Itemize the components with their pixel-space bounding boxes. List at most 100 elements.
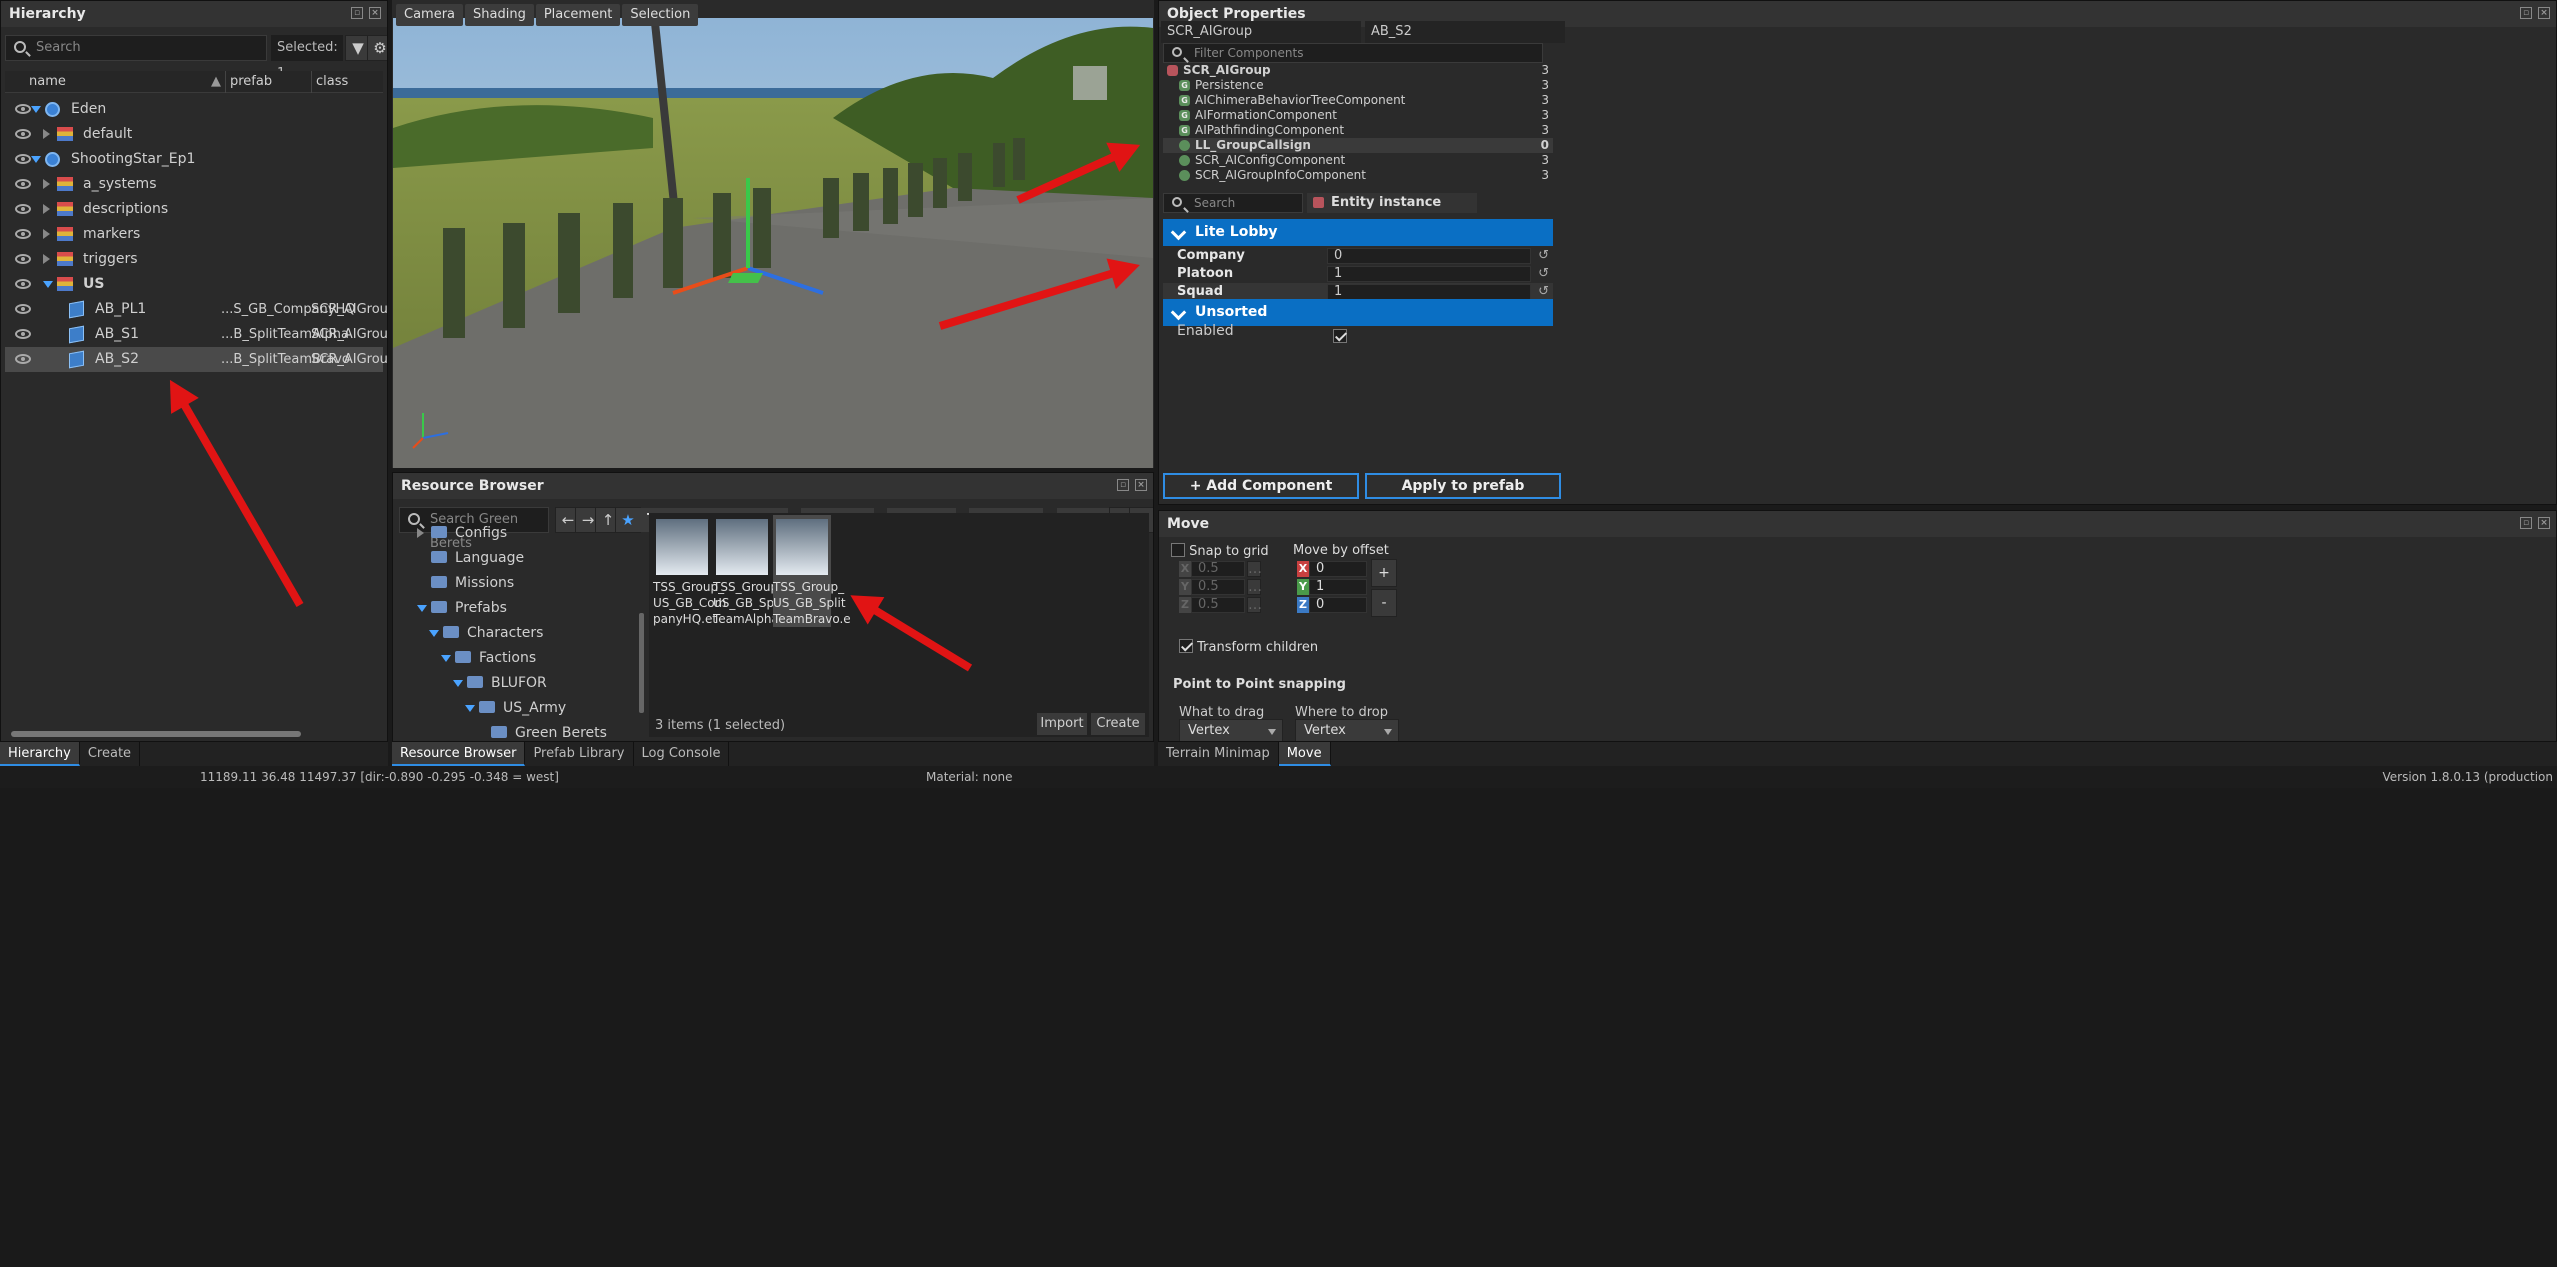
visibility-eye-icon[interactable] xyxy=(15,229,31,239)
hierarchy-row[interactable]: default xyxy=(5,122,383,147)
create-button[interactable]: Create xyxy=(1091,713,1145,735)
close-icon[interactable]: × xyxy=(2538,517,2550,529)
property-value-field[interactable]: 1 xyxy=(1327,266,1531,282)
transform-children[interactable]: Transform children xyxy=(1179,639,1318,655)
collapse-icon[interactable] xyxy=(453,680,463,687)
file-thumbnail[interactable]: TSS_Group_ US_GB_Split TeamBravo.e xyxy=(773,515,851,627)
hierarchy-row[interactable]: AB_S2 ...B_SplitTeamBravo SCR_AIGroup xyxy=(5,347,387,372)
visibility-eye-icon[interactable] xyxy=(15,204,31,214)
hierarchy-row[interactable]: Eden xyxy=(5,97,383,122)
category-lite-lobby[interactable]: Lite Lobby xyxy=(1163,219,1553,246)
component-row[interactable]: LL_GroupCallsign 0 xyxy=(1163,138,1553,153)
folder-tree-item[interactable]: Prefabs xyxy=(397,596,633,621)
folder-tree-item[interactable]: Green Berets xyxy=(397,721,633,741)
component-row[interactable]: G AIChimeraBehaviorTreeComponent 3 xyxy=(1163,93,1553,108)
visibility-eye-icon[interactable] xyxy=(15,329,31,339)
hierarchy-row[interactable]: descriptions xyxy=(5,197,383,222)
expand-icon[interactable] xyxy=(43,204,50,214)
collapse-icon[interactable] xyxy=(417,605,427,612)
expand-icon[interactable] xyxy=(43,179,50,189)
gear-icon[interactable]: ⚙ xyxy=(367,35,387,61)
snap-options-button[interactable]: … xyxy=(1247,579,1262,595)
hierarchy-row[interactable]: AB_S1 ...B_SplitTeamAlpha SCR_AIGroup xyxy=(5,322,387,347)
add-component-button[interactable]: + Add Component xyxy=(1163,473,1359,499)
property-value-field[interactable]: 1 xyxy=(1327,284,1531,300)
close-icon[interactable]: × xyxy=(1135,479,1147,491)
hierarchy-scrollbar[interactable] xyxy=(11,731,301,737)
visibility-eye-icon[interactable] xyxy=(15,279,31,289)
visibility-eye-icon[interactable] xyxy=(15,354,31,364)
visibility-eye-icon[interactable] xyxy=(15,254,31,264)
collapse-icon[interactable] xyxy=(441,655,451,662)
expand-icon[interactable] xyxy=(417,528,424,538)
file-thumbnail[interactable]: TSS_Group_ US_GB_Com panyHQ.et xyxy=(653,515,726,627)
undock-icon[interactable]: ▫ xyxy=(351,7,363,19)
tab-log-console[interactable]: Log Console xyxy=(634,742,730,766)
hierarchy-row[interactable]: AB_PL1 ...S_GB_CompanyHQ SCR_AIGroup xyxy=(5,297,387,322)
component-row[interactable]: G AIFormationComponent 3 xyxy=(1163,108,1553,123)
component-row[interactable]: G Persistence 3 xyxy=(1163,78,1553,93)
collapse-icon[interactable] xyxy=(31,106,41,113)
visibility-eye-icon[interactable] xyxy=(15,154,31,164)
visibility-eye-icon[interactable] xyxy=(15,179,31,189)
hierarchy-row[interactable]: triggers xyxy=(5,247,383,272)
offset-y-field[interactable]: 1 xyxy=(1309,579,1367,595)
shading-menu[interactable]: Shading xyxy=(465,4,534,26)
offset-plus-button[interactable]: + xyxy=(1371,559,1397,587)
selection-menu[interactable]: Selection xyxy=(622,4,699,26)
scene-image[interactable] xyxy=(393,18,1153,468)
expand-icon[interactable] xyxy=(43,254,50,264)
folder-tree-item[interactable]: Language xyxy=(397,546,633,571)
enabled-checkbox[interactable] xyxy=(1333,323,1347,351)
expand-icon[interactable] xyxy=(43,129,50,139)
drag-dropdown[interactable]: Vertex xyxy=(1179,719,1283,741)
close-icon[interactable]: × xyxy=(2538,7,2550,19)
undock-icon[interactable]: ▫ xyxy=(2520,7,2532,19)
close-icon[interactable]: × xyxy=(369,7,381,19)
file-thumbnail[interactable]: TSS_Group_ US_GB_Split TeamAlpha.e xyxy=(713,515,790,627)
snap-options-button[interactable]: … xyxy=(1247,561,1262,577)
expand-icon[interactable] xyxy=(43,229,50,239)
visibility-eye-icon[interactable] xyxy=(15,304,31,314)
component-row[interactable]: SCR_AIConfigComponent 3 xyxy=(1163,153,1553,168)
undock-icon[interactable]: ▫ xyxy=(1117,479,1129,491)
name-field[interactable]: AB_S2 xyxy=(1365,21,1565,43)
offset-z-field[interactable]: 0 xyxy=(1309,597,1367,613)
col-name[interactable]: name xyxy=(29,71,66,93)
tab-hierarchy[interactable]: Hierarchy xyxy=(0,742,80,766)
component-row[interactable]: SCR_AIGroupInfoComponent 3 xyxy=(1163,168,1553,183)
tree-scrollbar[interactable] xyxy=(639,613,644,713)
tab-terrain-minimap[interactable]: Terrain Minimap xyxy=(1158,742,1279,766)
visibility-eye-icon[interactable] xyxy=(15,104,31,114)
folder-tree-item[interactable]: Factions xyxy=(397,646,633,671)
snap-checkbox[interactable] xyxy=(1171,543,1185,557)
transform-children-checkbox[interactable] xyxy=(1179,639,1193,653)
drop-dropdown[interactable]: Vertex xyxy=(1295,719,1399,741)
folder-tree-item[interactable]: BLUFOR xyxy=(397,671,633,696)
hierarchy-row[interactable]: US xyxy=(5,272,383,297)
hierarchy-search-input[interactable]: Search xyxy=(5,35,267,61)
collapse-icon[interactable] xyxy=(43,281,53,288)
instance-type-dropdown[interactable]: Entity instance xyxy=(1307,193,1477,213)
col-prefab[interactable]: prefab xyxy=(225,71,272,93)
snap-options-button[interactable]: … xyxy=(1247,597,1262,613)
col-class[interactable]: class xyxy=(311,71,348,93)
apply-to-prefab-button[interactable]: Apply to prefab xyxy=(1365,473,1561,499)
hierarchy-row[interactable]: ShootingStar_Ep1 xyxy=(5,147,383,172)
viewport[interactable]: Camera Shading Placement Selection xyxy=(392,0,1154,468)
snap-to-grid[interactable]: Snap to grid xyxy=(1171,543,1269,559)
offset-minus-button[interactable]: - xyxy=(1371,589,1397,617)
camera-menu[interactable]: Camera xyxy=(396,4,464,26)
folder-tree-item[interactable]: Configs xyxy=(397,521,633,546)
collapse-icon[interactable] xyxy=(31,156,41,163)
folder-tree-item[interactable]: US_Army xyxy=(397,696,633,721)
component-row[interactable]: SCR_AIGroup 3 xyxy=(1163,63,1553,78)
offset-x-field[interactable]: 0 xyxy=(1309,561,1367,577)
snap-z-field[interactable]: 0.5 xyxy=(1191,597,1245,613)
snap-y-field[interactable]: 0.5 xyxy=(1191,579,1245,595)
tab-create[interactable]: Create xyxy=(80,742,141,766)
collapse-icon[interactable] xyxy=(429,630,439,637)
reset-icon[interactable]: ↺ xyxy=(1538,265,1549,283)
placement-menu[interactable]: Placement xyxy=(535,4,621,26)
tab-prefab-library[interactable]: Prefab Library xyxy=(525,742,634,766)
